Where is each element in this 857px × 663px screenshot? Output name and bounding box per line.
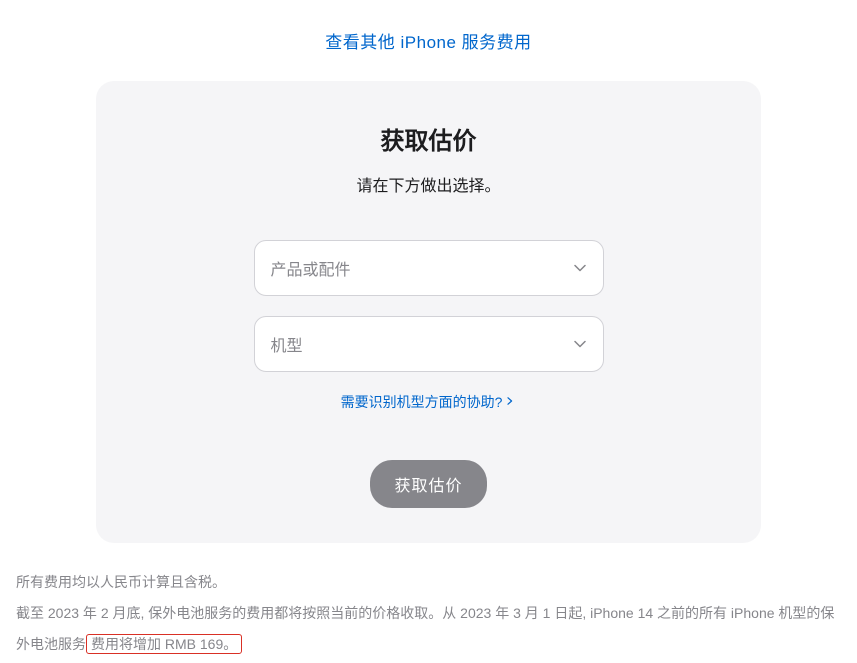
- card-title: 获取估价: [126, 121, 731, 156]
- footer-line-2: 截至 2023 年 2 月底, 保外电池服务的费用都将按照当前的价格收取。从 2…: [16, 598, 841, 660]
- estimate-card: 获取估价 请在下方做出选择。 产品或配件 机型 需要识别机型方面的协助? 获取估…: [96, 81, 761, 543]
- card-subtitle: 请在下方做出选择。: [126, 172, 731, 196]
- product-select-placeholder: 产品或配件: [271, 256, 351, 280]
- identify-model-help-link[interactable]: 需要识别机型方面的协助?: [341, 392, 517, 412]
- product-select[interactable]: 产品或配件: [254, 240, 604, 296]
- model-select[interactable]: 机型: [254, 316, 604, 372]
- chevron-down-icon: [573, 261, 587, 275]
- chevron-down-icon: [573, 337, 587, 351]
- view-other-iphone-fees-link[interactable]: 查看其他 iPhone 服务费用: [325, 33, 531, 52]
- help-link-label: 需要识别机型方面的协助?: [341, 392, 503, 412]
- get-estimate-button[interactable]: 获取估价: [370, 460, 486, 508]
- footer-line-1: 所有费用均以人民币计算且含税。: [16, 567, 841, 598]
- chevron-right-icon: [506, 397, 516, 407]
- model-select-placeholder: 机型: [271, 332, 303, 356]
- footer-notes: 所有费用均以人民币计算且含税。 截至 2023 年 2 月底, 保外电池服务的费…: [0, 543, 857, 659]
- price-increase-highlight: 费用将增加 RMB 169。: [86, 634, 242, 654]
